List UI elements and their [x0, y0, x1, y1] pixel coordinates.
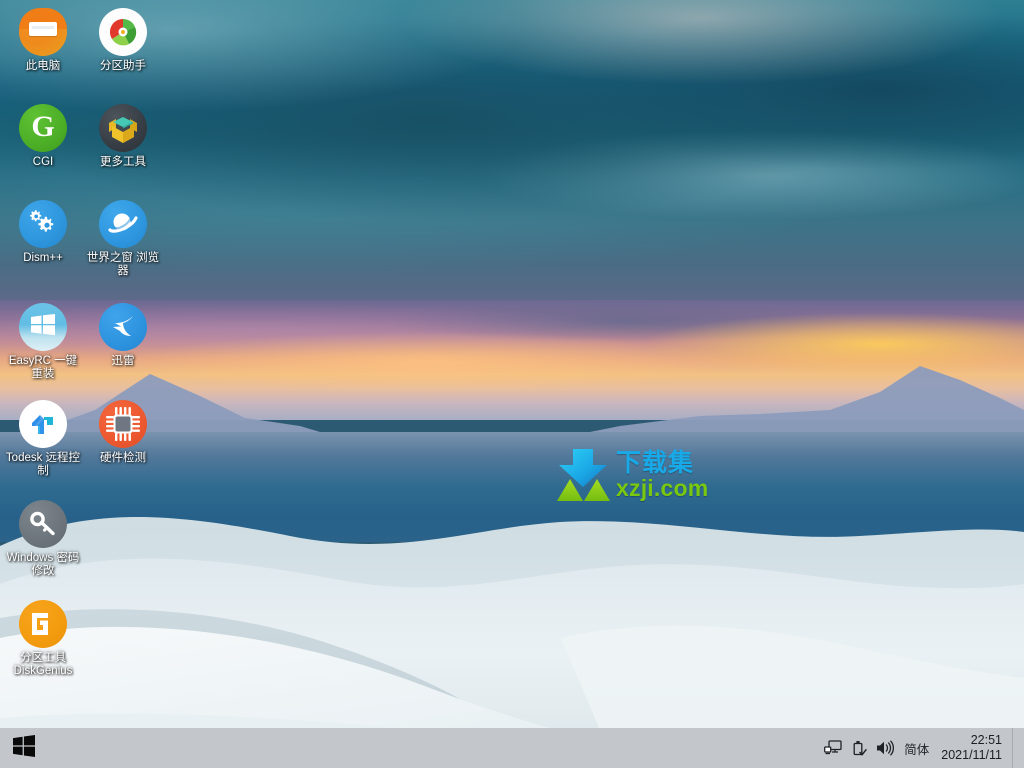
- system-tray[interactable]: 简体 22:51 2021/11/11: [820, 728, 1024, 768]
- dism-gears-icon: [19, 200, 67, 248]
- desktop-icon-label: 分区工具 DiskGenius: [13, 652, 73, 677]
- taskbar-clock[interactable]: 22:51 2021/11/11: [937, 728, 1012, 768]
- hardware-cpu-icon: [99, 400, 147, 448]
- desktop-icon-more-tools[interactable]: 更多工具: [84, 104, 162, 169]
- desktop-icon-theworld-browser[interactable]: 世界之窗 浏览器: [84, 200, 162, 278]
- desktop-icon-label: Windows 密码修改: [6, 552, 80, 577]
- theworld-planet-icon: [99, 200, 147, 248]
- desktop-icon-label: 更多工具: [100, 156, 146, 168]
- more-tools-box-icon: [99, 104, 147, 152]
- desktop-icon-label: 迅雷: [111, 355, 135, 367]
- desktop-icon-label: EasyRC 一键重装: [8, 355, 78, 380]
- cgi-icon: G: [19, 104, 67, 152]
- desktop-icon-label: 硬件检测: [100, 452, 146, 464]
- desktop-icon-windows-password[interactable]: Windows 密码修改: [4, 500, 82, 578]
- show-desktop-button[interactable]: [1012, 728, 1018, 768]
- safely-remove-hardware-icon[interactable]: [846, 728, 872, 768]
- desktop-icon-hardware-detect[interactable]: 硬件检测: [84, 400, 162, 465]
- desktop-icon-grid: 此电脑 分区助手 G CGI 更多工具 Dism++ 世界之窗 浏览器 Easy…: [0, 0, 170, 720]
- desktop-icon-dism-plus-plus[interactable]: Dism++: [4, 200, 82, 265]
- network-computer-icon[interactable]: [820, 728, 846, 768]
- desktop-icon-label: Todesk 远程控制: [5, 452, 81, 477]
- volume-speaker-icon[interactable]: [872, 728, 898, 768]
- desktop-icon-todesk-remote[interactable]: Todesk 远程控制: [4, 400, 82, 478]
- desktop-icon-cgi[interactable]: G CGI: [4, 104, 82, 169]
- todesk-arrow-icon: [19, 400, 67, 448]
- password-key-icon: [19, 500, 67, 548]
- desktop-icon-label: CGI: [32, 156, 54, 168]
- ime-indicator[interactable]: 简体: [898, 728, 937, 768]
- desktop-icon-thunder[interactable]: 迅雷: [84, 303, 162, 368]
- windows-logo-icon: [13, 734, 35, 762]
- desktop-icon-label: 分区助手: [100, 60, 146, 72]
- partition-assistant-icon: [99, 8, 147, 56]
- desktop-icon-partition-assistant[interactable]: 分区助手: [84, 8, 162, 73]
- desktop-icon-diskgenius[interactable]: 分区工具 DiskGenius: [4, 600, 82, 678]
- start-button[interactable]: [0, 728, 48, 768]
- desktop-icon-label: 世界之窗 浏览器: [86, 252, 160, 277]
- desktop[interactable]: 此电脑 分区助手 G CGI 更多工具 Dism++ 世界之窗 浏览器 Easy…: [0, 0, 1024, 768]
- desktop-icon-label: 此电脑: [25, 60, 61, 72]
- desktop-icon-this-pc[interactable]: 此电脑: [4, 8, 82, 73]
- diskgenius-icon: [19, 600, 67, 648]
- clock-time: 22:51: [970, 733, 1002, 747]
- desktop-icon-label: Dism++: [23, 252, 63, 264]
- taskbar[interactable]: 简体 22:51 2021/11/11: [0, 728, 1024, 768]
- thunder-bird-icon: [99, 303, 147, 351]
- easyrc-windows-icon: [19, 303, 67, 351]
- this-pc-icon: [19, 8, 67, 56]
- desktop-icon-easyrc-reinstall[interactable]: EasyRC 一键重装: [4, 303, 82, 381]
- clock-date: 2021/11/11: [941, 748, 1002, 762]
